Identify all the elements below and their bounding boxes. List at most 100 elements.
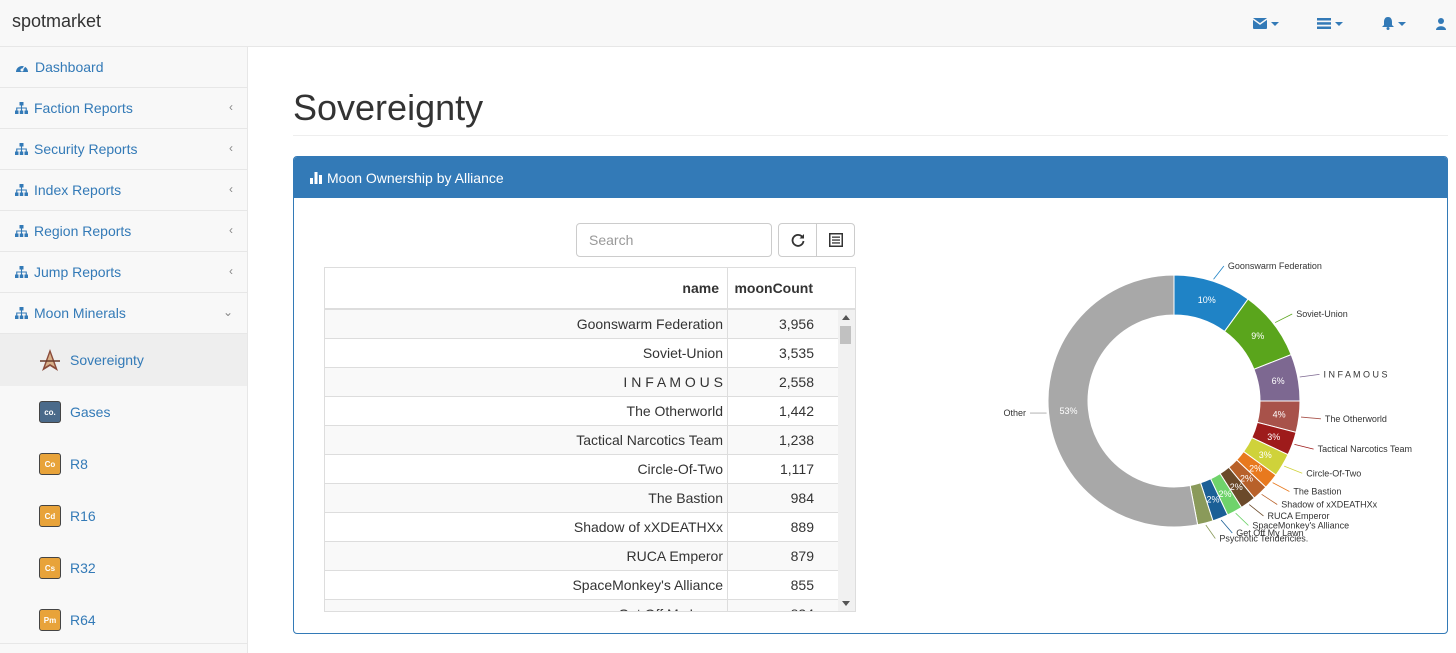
table-row[interactable]: RUCA Emperor 879 [325,542,855,571]
slice-leader-line [1248,504,1264,517]
sidebar-item-label: Jump Reports [34,264,122,280]
mineral-badge: Co [39,453,61,475]
slice-percent-label: 10% [1198,295,1216,305]
moon-ownership-panel: Moon Ownership by Alliance name moonCoun… [293,156,1448,634]
table-row[interactable]: SpaceMonkey's Alliance 855 [325,571,855,600]
sidebar-item-region-reports[interactable]: Region Reports ‹ [0,211,247,252]
cell-name: SpaceMonkey's Alliance [325,571,728,599]
envelope-icon [1253,18,1267,29]
sidebar-item-faction-reports[interactable]: Faction Reports ‹ [0,88,247,129]
column-header-mooncount[interactable]: moonCount [728,268,838,308]
sidebar-item-security-reports[interactable]: Security Reports ‹ [0,129,247,170]
slice-percent-label: 3% [1267,432,1280,442]
table-header: name moonCount [325,268,855,310]
table-row[interactable]: Shadow of xXDEATHXx 889 [325,513,855,542]
mineral-badge: Cs [39,557,61,579]
mineral-icon: Co [37,451,63,477]
cell-mooncount: 2,558 [778,374,814,390]
sidebar-subitem-label: R16 [70,508,96,524]
slice-leader-line [1299,373,1320,378]
slice-legend-label: Circle-Of-Two [1306,468,1361,478]
search-input[interactable] [576,223,772,257]
sidebar-item-jump-reports[interactable]: Jump Reports ‹ [0,252,247,293]
chevron-icon: ⌄ [222,305,233,319]
table-row[interactable]: Soviet-Union 3,535 [325,339,855,368]
sidebar-subitem-label: Gases [70,404,111,420]
slice-leader-line [1294,443,1314,450]
sidebar-subitem-label: R64 [70,612,96,628]
cell-name: Circle-Of-Two [325,455,728,483]
sidebar-subitem-r16[interactable]: Cd R16 [0,490,247,542]
divider [0,643,247,644]
sidebar-subitem-r8[interactable]: Co R8 [0,438,247,490]
slice-percent-label: 4% [1273,409,1286,419]
sidebar-subitem-r32[interactable]: Cs R32 [0,542,247,594]
cell-name: Soviet-Union [325,339,728,367]
table-row[interactable]: Goonswarm Federation 3,956 [325,310,855,339]
column-header-name[interactable]: name [325,268,728,308]
scroll-down-icon[interactable] [842,601,850,606]
user-icon [1436,17,1446,30]
table-row[interactable]: The Bastion 984 [325,484,855,513]
cell-mooncount: 984 [790,490,814,506]
chevron-down-icon [1271,21,1279,26]
cell-mooncount: 3,535 [778,345,814,361]
mineral-icon: Pm [37,607,63,633]
chevron-icon: ‹ [229,223,233,237]
mineral-badge: co. [39,401,61,423]
table-scrollbar[interactable] [838,310,855,611]
chevron-icon: ‹ [229,182,233,196]
mineral-icon: co. [37,399,63,425]
slice-leader-line [1300,416,1321,420]
chevron-down-icon [1398,21,1406,26]
table-row[interactable]: Circle-Of-Two 1,117 [325,455,855,484]
alliance-table: name moonCount Goonswarm Federation 3,956… [324,267,856,612]
chevron-icon: ‹ [229,100,233,114]
cell-name: Get Off My Lawn [325,600,728,611]
sidebar-item-label: Region Reports [34,223,132,239]
cell-mooncount: 855 [790,577,814,593]
cell-mooncount: 834 [728,600,838,611]
sidebar-item-dashboard[interactable]: Dashboard [0,47,247,88]
sidebar-item-index-reports[interactable]: Index Reports ‹ [0,170,247,211]
slice-percent-label: 2% [1230,482,1243,492]
mineral-icon: Cd [37,503,63,529]
slice-percent-label: 2% [1219,489,1232,499]
slice-leader-line [1205,524,1216,539]
slice-leader-line [1284,465,1303,474]
slice-legend-label: Tactical Narcotics Team [1318,444,1412,454]
table-row[interactable]: The Otherworld 1,442 [325,397,855,426]
sidebar-subitem-gases[interactable]: co. Gases [0,386,247,438]
alerts-dropdown[interactable] [1362,0,1426,47]
table-row[interactable]: I N F A M O U S 2,558 [325,368,855,397]
cell-mooncount: 889 [790,519,814,535]
table-row[interactable]: Get Off My Lawn834 [325,600,855,611]
scroll-up-icon[interactable] [842,315,850,320]
sidebar-subitem-sovereignty[interactable]: Sovereignty [0,334,247,386]
panel-title: Moon Ownership by Alliance [327,169,504,186]
messages-dropdown[interactable] [1234,0,1298,47]
slice-legend-label: Psychotic Tendencies. [1219,534,1308,544]
sidebar-subitem-r64[interactable]: Pm R64 [0,594,247,646]
slice-percent-label: 2% [1249,464,1262,474]
chevron-icon: ‹ [229,264,233,278]
slice-leader-line [1235,512,1249,526]
user-dropdown[interactable] [1426,0,1456,47]
dashboard-icon [16,65,28,72]
sitemap-icon [15,143,28,155]
table-row[interactable]: Tactical Narcotics Team 1,238 [325,426,855,455]
columns-button[interactable] [816,223,855,257]
sitemap-icon [15,225,28,237]
sitemap-icon [15,266,28,278]
moon-ownership-donut-chart: 10% Goonswarm Federation 9% Soviet-Union 6% I… [1003,261,1412,544]
slice-percent-label: 9% [1251,331,1264,341]
slice-legend-label: Goonswarm Federation [1228,261,1322,271]
scrollbar-thumb[interactable] [840,326,851,344]
cell-mooncount: 3,956 [778,316,814,332]
refresh-button[interactable] [778,223,817,257]
cell-mooncount: 1,117 [780,461,814,477]
sidebar-item-moon-minerals[interactable]: Moon Minerals ⌄ [0,293,247,334]
tasks-dropdown[interactable] [1298,0,1362,47]
table-toolbar [778,223,855,257]
brand-logo[interactable]: spotmarket [12,11,101,32]
